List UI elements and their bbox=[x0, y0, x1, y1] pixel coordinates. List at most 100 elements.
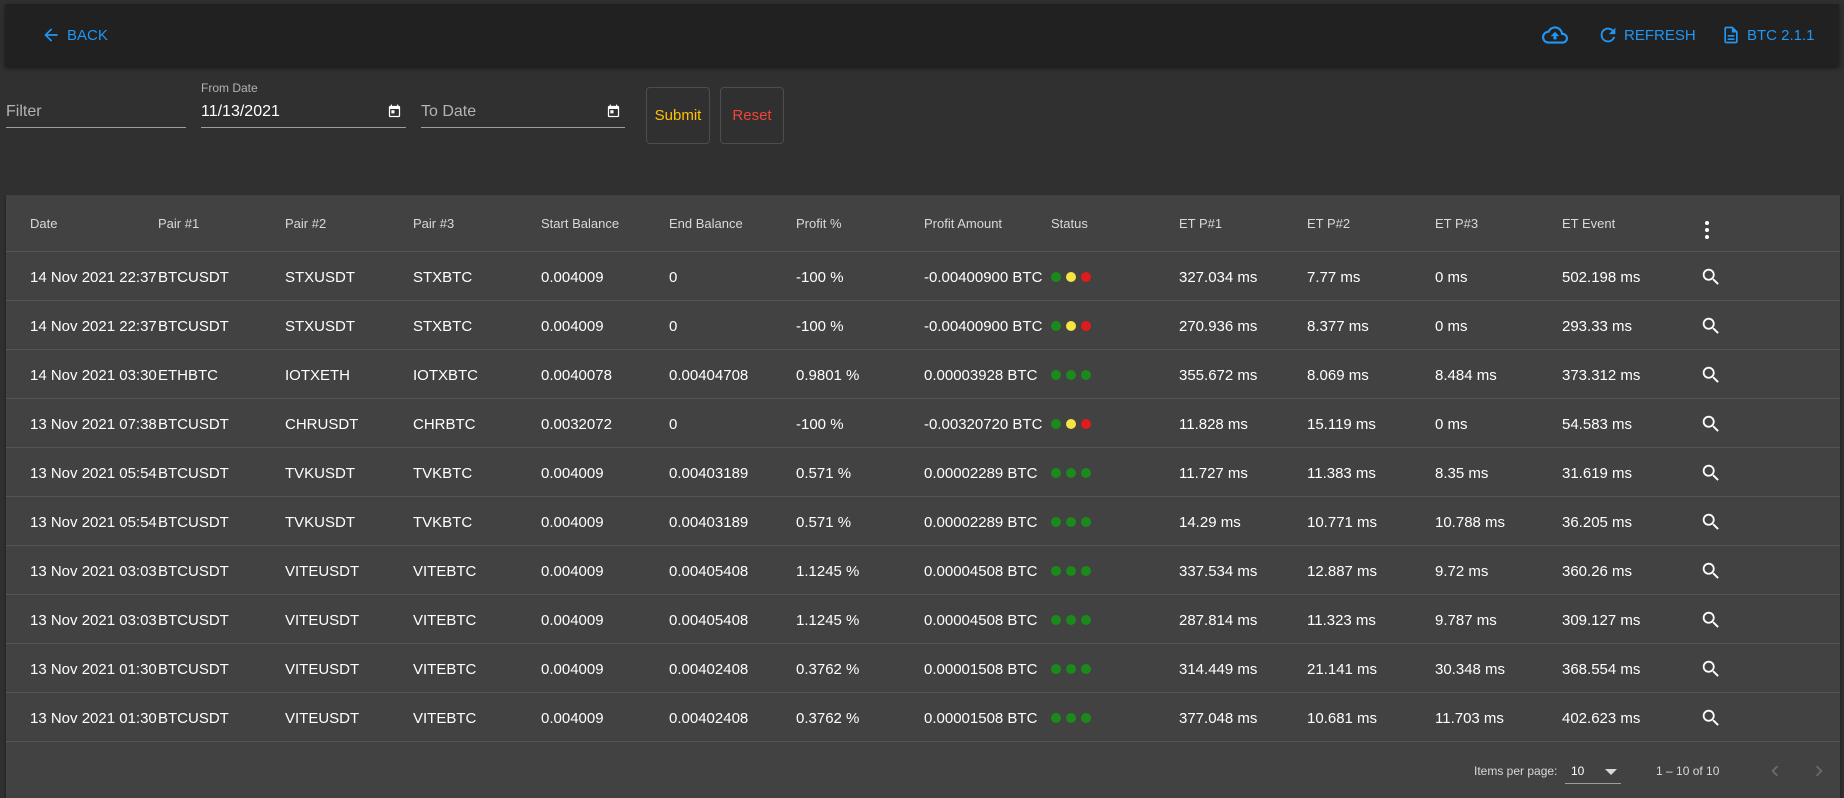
cell-pair-1: BTCUSDT bbox=[158, 318, 229, 335]
table-row[interactable]: 13 Nov 2021 01:30 BTCUSDT VITEUSDT VITEBTC 0… bbox=[6, 693, 1840, 742]
cell-pair-2: CHRUSDT bbox=[285, 416, 359, 433]
cell-pair-1: BTCUSDT bbox=[158, 514, 229, 531]
items-per-page-select[interactable]: 10 bbox=[1565, 759, 1621, 784]
status-indicator bbox=[1051, 468, 1091, 478]
cell-date: 13 Nov 2021 03:03 bbox=[30, 612, 157, 629]
cell-et-p2: 8.377 ms bbox=[1307, 318, 1369, 335]
cell-et-p1: 270.936 ms bbox=[1179, 318, 1258, 335]
search-icon[interactable] bbox=[1700, 364, 1722, 391]
table-row[interactable]: 13 Nov 2021 05:54 BTCUSDT TVKUSDT TVKBTC 0.0… bbox=[6, 448, 1840, 497]
cell-date: 13 Nov 2021 05:54 bbox=[30, 514, 157, 531]
cell-profit-pct: 0.9801 % bbox=[796, 367, 860, 384]
cell-start-balance: 0.004009 bbox=[541, 612, 604, 629]
cell-end-balance: 0.00402408 bbox=[669, 710, 749, 727]
status-indicator bbox=[1051, 370, 1091, 380]
column-header-pair-1[interactable]: Pair #1 bbox=[158, 216, 199, 231]
from-date-label: From Date bbox=[201, 81, 258, 95]
cell-pair-1: BTCUSDT bbox=[158, 416, 229, 433]
status-dot-green bbox=[1066, 566, 1076, 576]
status-dot-green bbox=[1066, 517, 1076, 527]
from-date-value: 11/13/2021 bbox=[201, 103, 280, 120]
cell-pair-1: ETHBTC bbox=[158, 367, 218, 384]
previous-page-icon[interactable] bbox=[1764, 760, 1786, 782]
table-row[interactable]: 14 Nov 2021 22:37 BTCUSDT STXUSDT STXBTC 0.0… bbox=[6, 252, 1840, 301]
refresh-button[interactable]: REFRESH bbox=[1597, 4, 1696, 66]
cell-profit-amount: 0.00002289 BTC bbox=[924, 465, 1038, 482]
arrow-left-icon bbox=[44, 28, 58, 42]
column-header-pair-3[interactable]: Pair #3 bbox=[413, 216, 454, 231]
search-icon[interactable] bbox=[1700, 511, 1722, 538]
table-row[interactable]: 13 Nov 2021 05:54 BTCUSDT TVKUSDT TVKBTC 0.0… bbox=[6, 497, 1840, 546]
status-dot-green bbox=[1081, 517, 1091, 527]
to-date-field[interactable]: To Date bbox=[421, 99, 625, 128]
column-header-profit-amount[interactable]: Profit Amount bbox=[924, 216, 1002, 231]
cell-profit-pct: 1.1245 % bbox=[796, 563, 860, 580]
cell-pair-1: BTCUSDT bbox=[158, 710, 229, 727]
column-header-et-p1[interactable]: ET P#1 bbox=[1179, 216, 1222, 231]
search-icon[interactable] bbox=[1700, 266, 1722, 293]
status-indicator bbox=[1051, 713, 1091, 723]
cell-start-balance: 0.004009 bbox=[541, 661, 604, 678]
cell-et-event: 368.554 ms bbox=[1562, 661, 1641, 678]
cell-start-balance: 0.004009 bbox=[541, 514, 604, 531]
column-header-et-p2[interactable]: ET P#2 bbox=[1307, 216, 1350, 231]
table-row[interactable]: 14 Nov 2021 03:30 ETHBTC IOTXETH IOTXBTC 0.0… bbox=[6, 350, 1840, 399]
submit-button[interactable]: Submit bbox=[646, 87, 710, 144]
calendar-icon[interactable] bbox=[387, 104, 402, 119]
cell-date: 13 Nov 2021 01:30 bbox=[30, 661, 157, 678]
cell-et-p2: 10.771 ms bbox=[1307, 514, 1378, 531]
search-icon[interactable] bbox=[1700, 413, 1722, 440]
column-header-et-p3[interactable]: ET P#3 bbox=[1435, 216, 1478, 231]
refresh-icon bbox=[1600, 27, 1616, 43]
cell-et-p3: 11.703 ms bbox=[1435, 710, 1504, 727]
calendar-icon[interactable] bbox=[606, 104, 621, 119]
cell-profit-amount: 0.00004508 BTC bbox=[924, 612, 1038, 629]
from-date-field[interactable]: From Date 11/13/2021 bbox=[201, 81, 406, 128]
cell-pair-3: VITEBTC bbox=[413, 612, 477, 629]
cell-et-p1: 287.814 ms bbox=[1179, 612, 1258, 629]
cloud-upload-icon bbox=[1542, 26, 1568, 44]
table-row[interactable]: 14 Nov 2021 22:37 BTCUSDT STXUSDT STXBTC 0.0… bbox=[6, 301, 1840, 350]
cell-pair-3: TVKBTC bbox=[413, 514, 473, 531]
cell-date: 13 Nov 2021 01:30 bbox=[30, 710, 157, 727]
search-icon[interactable] bbox=[1700, 707, 1722, 734]
column-header-et-event[interactable]: ET Event bbox=[1562, 216, 1615, 231]
cell-et-event: 31.619 ms bbox=[1562, 465, 1633, 482]
next-page-icon[interactable] bbox=[1808, 760, 1830, 782]
cell-profit-pct: 0.3762 % bbox=[796, 710, 860, 727]
cell-date: 13 Nov 2021 05:54 bbox=[30, 465, 157, 482]
table-row[interactable]: 13 Nov 2021 07:38 BTCUSDT CHRUSDT CHRBTC 0.0… bbox=[6, 399, 1840, 448]
column-menu-icon[interactable] bbox=[1705, 221, 1709, 242]
search-icon[interactable] bbox=[1700, 609, 1722, 636]
cell-profit-pct: 0.571 % bbox=[796, 514, 852, 531]
reset-button[interactable]: Reset bbox=[720, 87, 784, 144]
cell-start-balance: 0.004009 bbox=[541, 318, 604, 335]
table-row[interactable]: 13 Nov 2021 01:30 BTCUSDT VITEUSDT VITEBTC 0… bbox=[6, 644, 1840, 693]
search-icon[interactable] bbox=[1700, 658, 1722, 685]
cell-profit-pct: 0.571 % bbox=[796, 465, 852, 482]
column-header-status[interactable]: Status bbox=[1051, 216, 1088, 231]
table-row[interactable]: 13 Nov 2021 03:03 BTCUSDT VITEUSDT VITEBTC 0… bbox=[6, 595, 1840, 644]
version-button[interactable]: BTC 2.1.1 bbox=[1721, 4, 1815, 66]
filter-input[interactable]: Filter bbox=[6, 99, 186, 128]
status-dot-green bbox=[1051, 615, 1061, 625]
column-header-start-balance[interactable]: Start Balance bbox=[541, 216, 619, 231]
upload-button[interactable] bbox=[1542, 4, 1568, 66]
column-header-profit-pct[interactable]: Profit % bbox=[796, 216, 842, 231]
column-header-pair-2[interactable]: Pair #2 bbox=[285, 216, 326, 231]
document-icon bbox=[1724, 26, 1738, 44]
search-icon[interactable] bbox=[1700, 462, 1722, 489]
search-icon[interactable] bbox=[1700, 315, 1722, 342]
status-indicator bbox=[1051, 272, 1091, 282]
cell-pair-1: BTCUSDT bbox=[158, 269, 229, 286]
status-dot-green bbox=[1081, 664, 1091, 674]
cell-et-p3: 0 ms bbox=[1435, 269, 1468, 286]
search-icon[interactable] bbox=[1700, 560, 1722, 587]
table-row[interactable]: 13 Nov 2021 03:03 BTCUSDT VITEUSDT VITEBTC 0… bbox=[6, 546, 1840, 595]
cell-pair-1: BTCUSDT bbox=[158, 465, 229, 482]
back-button[interactable]: BACK bbox=[41, 4, 108, 66]
cell-end-balance: 0.00402408 bbox=[669, 661, 749, 678]
column-header-date[interactable]: Date bbox=[30, 216, 57, 231]
status-dot-green bbox=[1051, 419, 1061, 429]
column-header-end-balance[interactable]: End Balance bbox=[669, 216, 743, 231]
